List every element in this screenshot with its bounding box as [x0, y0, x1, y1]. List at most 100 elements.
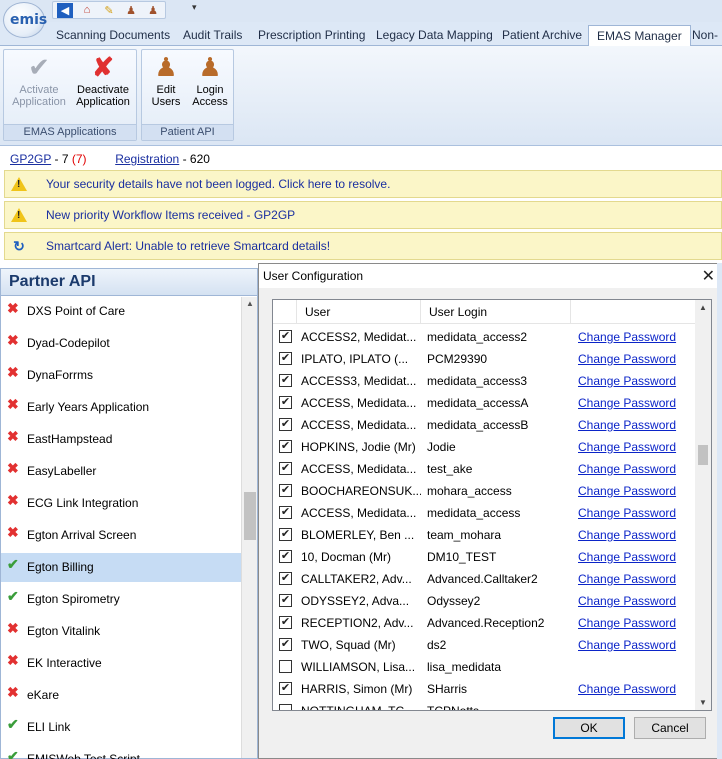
- smartcard-alert[interactable]: ↻ Smartcard Alert: Unable to retrieve Sm…: [4, 232, 722, 260]
- table-row[interactable]: ✔ RECEPTION2, Adv... Advanced.Reception2 Ch…: [273, 612, 697, 634]
- partner-item[interactable]: ✔ EMISWeb Test Script: [1, 745, 241, 759]
- edit-users-button[interactable]: ♟ Edit Users: [145, 52, 187, 108]
- change-password-link[interactable]: Change Password: [578, 502, 676, 524]
- row-checkbox[interactable]: ✔: [279, 440, 292, 453]
- partner-item[interactable]: ✖ eKare: [1, 681, 241, 710]
- row-checkbox[interactable]: ✔: [279, 616, 292, 629]
- table-row[interactable]: ✔ HOPKINS, Jodie (Mr) Jodie Change Password: [273, 436, 697, 458]
- partner-list-scrollbar[interactable]: ▲: [241, 297, 257, 758]
- partner-item[interactable]: ✖ Early Years Application: [1, 393, 241, 422]
- row-checkbox[interactable]: ✔: [279, 682, 292, 695]
- header-user-login[interactable]: User Login: [421, 300, 571, 324]
- table-row[interactable]: WILLIAMSON, Lisa... lisa_medidata: [273, 656, 697, 678]
- table-row[interactable]: ✔ 10, Docman (Mr) DM10_TEST Change Password: [273, 546, 697, 568]
- deactivate-application-button[interactable]: ✘ Deactivate Application: [72, 52, 134, 108]
- change-password-link[interactable]: Change Password: [578, 370, 676, 392]
- security-alert[interactable]: Your security details have not been logg…: [4, 170, 722, 198]
- change-password-link[interactable]: Change Password: [578, 612, 676, 634]
- customize-toolbar-icon[interactable]: ▾: [192, 2, 197, 13]
- pencil-icon[interactable]: ✎: [101, 3, 117, 18]
- row-checkbox[interactable]: ✔: [279, 330, 292, 343]
- gp2gp-link[interactable]: GP2GP: [10, 152, 51, 166]
- tab-non-f[interactable]: Non-F: [684, 25, 722, 62]
- table-row[interactable]: ✔ CALLTAKER2, Adv... Advanced.Calltaker2 Ch…: [273, 568, 697, 590]
- user-group-icon[interactable]: ♟: [145, 3, 161, 18]
- partner-item[interactable]: ✖ DynaForrms: [1, 361, 241, 390]
- table-row[interactable]: ✔ BOOCHAREONSUK... mohara_access Change Pas…: [273, 480, 697, 502]
- security-alert-text[interactable]: Your security details have not been logg…: [46, 177, 390, 191]
- row-checkbox[interactable]: ✔: [279, 418, 292, 431]
- change-password-link[interactable]: Change Password: [578, 678, 676, 700]
- workflow-alert[interactable]: New priority Workflow Items received - G…: [4, 201, 722, 229]
- table-row[interactable]: ✔ ACCESS, Medidata... medidata_access Chang…: [273, 502, 697, 524]
- partner-item[interactable]: ✔ ELI Link: [1, 713, 241, 742]
- scroll-up-icon[interactable]: ▲: [699, 303, 707, 312]
- change-password-link[interactable]: Change Password: [578, 480, 676, 502]
- row-checkbox[interactable]: ✔: [279, 638, 292, 651]
- row-checkbox[interactable]: ✔: [279, 506, 292, 519]
- row-checkbox[interactable]: ✔: [279, 352, 292, 365]
- row-checkbox[interactable]: ✔: [279, 462, 292, 475]
- users-icon[interactable]: ♟: [123, 3, 139, 18]
- partner-item[interactable]: ✖ EK Interactive: [1, 649, 241, 678]
- cancel-button[interactable]: Cancel: [634, 717, 706, 739]
- table-row[interactable]: NOTTINGHAM, TC... TCPNotts: [273, 700, 697, 710]
- partner-item[interactable]: ✖ DXS Point of Care: [1, 297, 241, 326]
- row-checkbox[interactable]: ✔: [279, 572, 292, 585]
- change-password-link[interactable]: Change Password: [578, 348, 676, 370]
- table-row[interactable]: ✔ TWO, Squad (Mr) ds2 Change Password: [273, 634, 697, 656]
- table-row[interactable]: ✔ IPLATO, IPLATO (... PCM29390 Change Passw…: [273, 348, 697, 370]
- table-row[interactable]: ✔ ACCESS, Medidata... medidata_accessB Chan…: [273, 414, 697, 436]
- ok-button[interactable]: OK: [553, 717, 625, 739]
- close-icon[interactable]: ✕: [702, 266, 715, 286]
- row-checkbox[interactable]: ✔: [279, 594, 292, 607]
- home-icon[interactable]: ⌂: [79, 3, 95, 18]
- partner-item[interactable]: ✖ Egton Vitalink: [1, 617, 241, 646]
- scrollbar-thumb[interactable]: [698, 445, 708, 465]
- change-password-link[interactable]: Change Password: [578, 546, 676, 568]
- table-row[interactable]: ✔ ACCESS3, Medidat... medidata_access3 Chan…: [273, 370, 697, 392]
- emis-logo[interactable]: emis: [3, 2, 47, 38]
- table-row[interactable]: ✔ HARRIS, Simon (Mr) SHarris Change Passwor…: [273, 678, 697, 700]
- change-password-link[interactable]: Change Password: [578, 414, 676, 436]
- change-password-link[interactable]: Change Password: [578, 590, 676, 612]
- row-checkbox[interactable]: [279, 704, 292, 710]
- change-password-link[interactable]: Change Password: [578, 392, 676, 414]
- grid-scrollbar[interactable]: ▲ ▼: [695, 300, 711, 710]
- table-row[interactable]: ✔ ACCESS, Medidata... test_ake Change Passw…: [273, 458, 697, 480]
- row-checkbox[interactable]: ✔: [279, 528, 292, 541]
- partner-item[interactable]: ✔ Egton Billing: [1, 553, 241, 582]
- row-checkbox[interactable]: ✔: [279, 550, 292, 563]
- table-row[interactable]: ✔ ACCESS2, Medidat... medidata_access2 Chan…: [273, 326, 697, 348]
- partner-item[interactable]: ✖ Egton Arrival Screen: [1, 521, 241, 550]
- change-password-link[interactable]: Change Password: [578, 524, 676, 546]
- row-checkbox[interactable]: ✔: [279, 484, 292, 497]
- partner-item[interactable]: ✖ Dyad-Codepilot: [1, 329, 241, 358]
- row-checkbox[interactable]: ✔: [279, 374, 292, 387]
- table-row[interactable]: ✔ BLOMERLEY, Ben ... team_mohara Change Pas…: [273, 524, 697, 546]
- table-row[interactable]: ✔ ODYSSEY2, Adva... Odyssey2 Change Passwor…: [273, 590, 697, 612]
- row-checkbox[interactable]: [279, 660, 292, 673]
- tab-scanning-documents[interactable]: Scanning Documents: [48, 25, 178, 46]
- change-password-link[interactable]: Change Password: [578, 436, 676, 458]
- change-password-link[interactable]: Change Password: [578, 634, 676, 656]
- partner-item[interactable]: ✖ EastHampstead: [1, 425, 241, 454]
- tab-audit-trails[interactable]: Audit Trails: [175, 25, 250, 46]
- tab-emas-manager[interactable]: EMAS Manager: [588, 25, 691, 47]
- tab-patient-archive[interactable]: Patient Archive: [494, 25, 590, 46]
- change-password-link[interactable]: Change Password: [578, 458, 676, 480]
- scroll-down-icon[interactable]: ▼: [699, 698, 707, 707]
- workflow-alert-text[interactable]: New priority Workflow Items received - G…: [46, 208, 295, 222]
- partner-item[interactable]: ✖ ECG Link Integration: [1, 489, 241, 518]
- change-password-link[interactable]: Change Password: [578, 568, 676, 590]
- table-row[interactable]: ✔ ACCESS, Medidata... medidata_accessA Chan…: [273, 392, 697, 414]
- activate-application-button[interactable]: ✔ Activate Application: [8, 52, 70, 108]
- change-password-link[interactable]: Change Password: [578, 326, 676, 348]
- header-user[interactable]: User: [297, 300, 421, 324]
- row-checkbox[interactable]: ✔: [279, 396, 292, 409]
- smartcard-alert-text[interactable]: Smartcard Alert: Unable to retrieve Smar…: [46, 239, 330, 253]
- partner-item[interactable]: ✔ Egton Spirometry: [1, 585, 241, 614]
- tab-prescription-printing[interactable]: Prescription Printing: [250, 25, 373, 46]
- scroll-up-icon[interactable]: ▲: [246, 299, 254, 308]
- scrollbar-thumb[interactable]: [244, 492, 256, 540]
